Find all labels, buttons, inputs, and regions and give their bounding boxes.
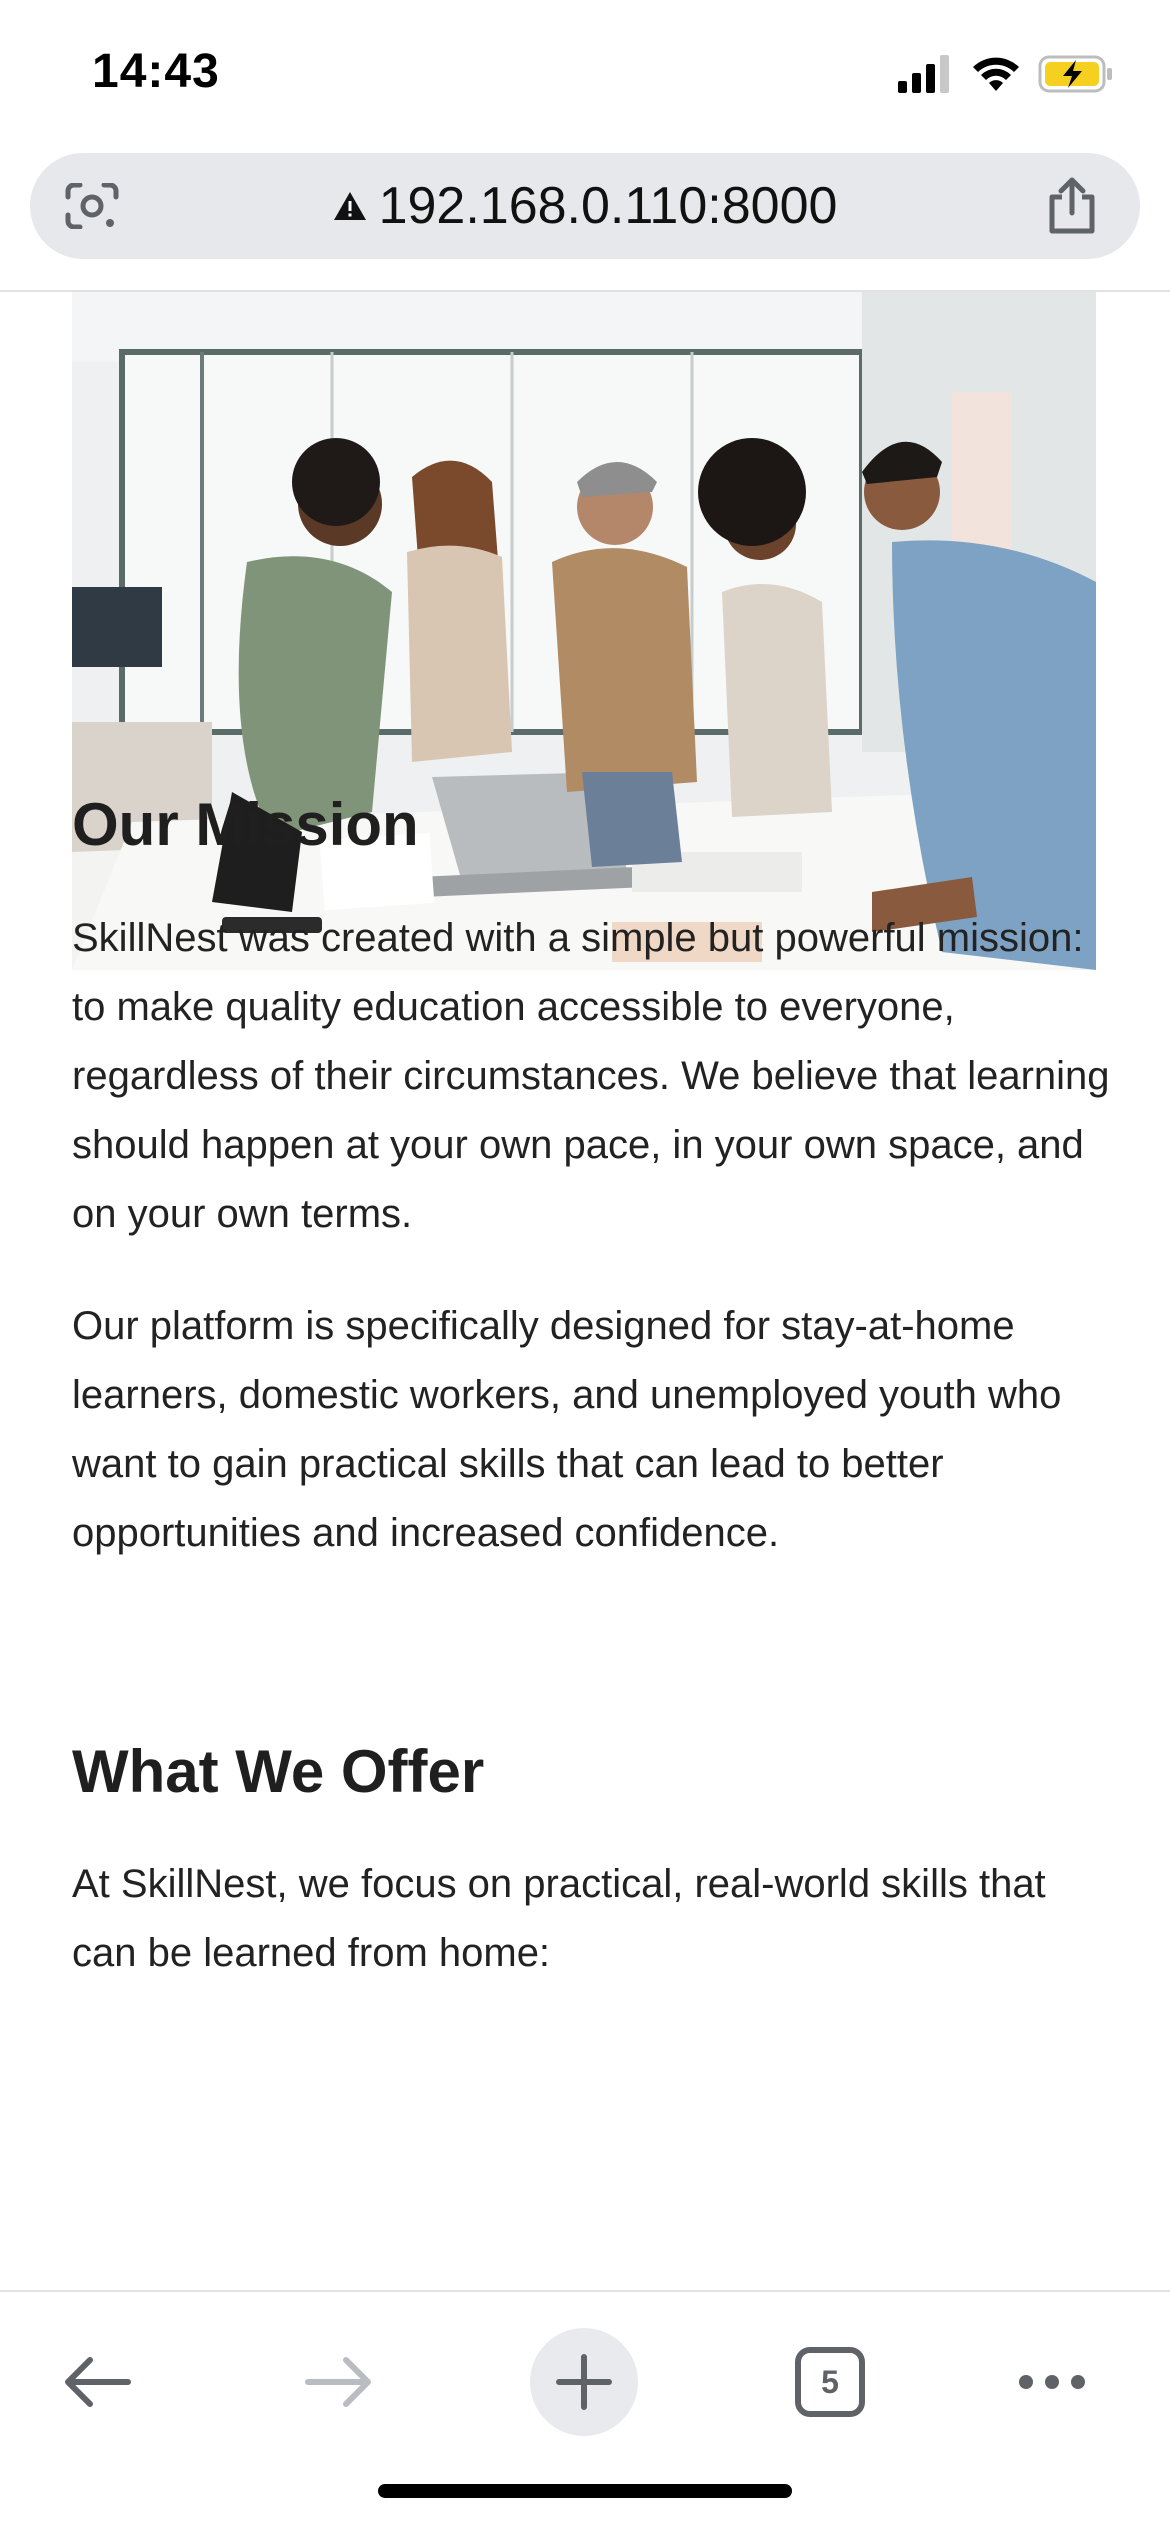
new-tab-button[interactable] [530, 2328, 638, 2436]
mission-paragraph-2: Our platform is specifically designed fo… [72, 1304, 1062, 1555]
plus-icon[interactable] [555, 2353, 613, 2411]
cellular-signal-icon [898, 55, 949, 93]
more-button[interactable] [1010, 2328, 1094, 2436]
forward-button[interactable] [296, 2328, 384, 2436]
url-text: 192.168.0.110:8000 [378, 177, 838, 235]
status-icons [898, 52, 1114, 96]
forward-arrow-icon[interactable] [304, 2354, 376, 2410]
tab-count: 5 [821, 2363, 839, 2400]
status-time: 14:43 [92, 45, 220, 98]
mission-heading: Our Mission [72, 791, 419, 858]
battery-charging-icon [1038, 55, 1112, 93]
offer-heading: What We Offer [72, 1738, 485, 1805]
address-bar[interactable]: 192.168.0.110:8000 [30, 153, 1140, 259]
team-hero-image [72, 292, 1096, 970]
web-content[interactable]: Our Mission SkillNest was created with a… [0, 292, 1170, 2290]
share-icon[interactable] [1044, 177, 1100, 235]
mission-paragraph-1: SkillNest was created with a simple but … [72, 916, 1110, 1236]
status-bar: 14:43 [0, 0, 1170, 150]
back-button[interactable] [52, 2328, 140, 2436]
more-icon[interactable] [1016, 2372, 1088, 2392]
home-indicator[interactable] [378, 2484, 792, 2498]
not-secure-warning-icon[interactable] [333, 191, 367, 221]
url-display[interactable]: 192.168.0.110:8000 [30, 153, 1140, 259]
wifi-icon [973, 57, 1019, 91]
tabs-button[interactable]: 5 [786, 2328, 874, 2436]
offer-paragraph-1: At SkillNest, we focus on practical, rea… [72, 1862, 1046, 1975]
back-arrow-icon[interactable] [60, 2354, 132, 2410]
